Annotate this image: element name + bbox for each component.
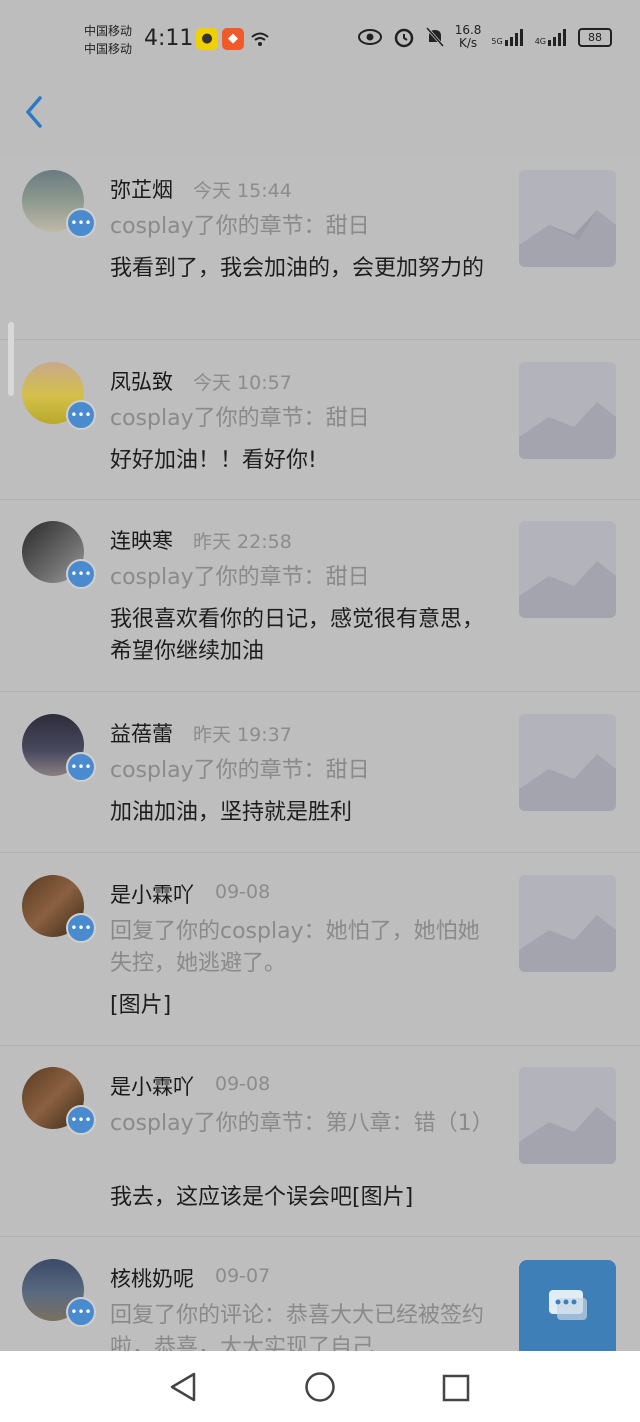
battery-indicator: 88 bbox=[578, 27, 612, 47]
mute-bell-icon bbox=[425, 27, 444, 47]
carrier-labels: 中国移动 中国移动 bbox=[84, 22, 132, 58]
message-time: 09-08 bbox=[215, 1073, 271, 1095]
landscape-placeholder-icon[interactable] bbox=[519, 1067, 616, 1164]
carrier-1: 中国移动 bbox=[84, 24, 133, 38]
carrier-2: 中国移动 bbox=[84, 42, 133, 56]
message-time: 今天 15:44 bbox=[193, 180, 292, 202]
landscape-placeholder-icon[interactable] bbox=[519, 521, 616, 618]
avatar[interactable]: ••• bbox=[22, 714, 96, 782]
list-item[interactable]: ••• 益蓓蕾 昨天 19:37 cosplay了你的章节：甜日 加油加油，坚持… bbox=[0, 691, 640, 853]
sender-name[interactable]: 连映寒 bbox=[110, 525, 173, 555]
chat-bubble-icon: ••• bbox=[66, 559, 96, 589]
top-app-bar bbox=[0, 64, 640, 146]
action-text: cosplay了你的章节：第八章：错（1） bbox=[110, 1111, 494, 1136]
action-text: cosplay了你的章节：甜日 bbox=[110, 565, 370, 590]
signal-2: 4G bbox=[535, 28, 568, 46]
message-time: 09-08 bbox=[215, 881, 271, 903]
chat-bubble-icon: ••• bbox=[66, 913, 96, 943]
list-item[interactable]: ••• 弥芷烟 今天 15:44 cosplay了你的章节：甜日 我看到了，我会… bbox=[0, 156, 640, 340]
signal-1: 5G bbox=[491, 28, 524, 46]
system-nav-bar bbox=[0, 1351, 640, 1422]
square-recent-icon[interactable] bbox=[441, 1373, 471, 1403]
list-item[interactable]: ••• 凤弘致 今天 10:57 cosplay了你的章节：甜日 好好加油！！看… bbox=[0, 339, 640, 500]
message-time: 昨天 19:37 bbox=[193, 724, 292, 746]
network-type-2: 4G bbox=[534, 37, 546, 46]
chat-icon bbox=[549, 1290, 587, 1320]
message-content: 我看到了，我会加油的，会更加努力的 bbox=[110, 256, 485, 281]
triangle-back-icon[interactable] bbox=[168, 1371, 198, 1403]
landscape-placeholder-icon[interactable] bbox=[519, 875, 616, 972]
avatar[interactable]: ••• bbox=[22, 170, 96, 238]
avatar[interactable]: ••• bbox=[22, 521, 96, 589]
message-list[interactable]: ••• 弥芷烟 今天 15:44 cosplay了你的章节：甜日 我看到了，我会… bbox=[0, 156, 640, 1351]
landscape-placeholder-icon[interactable] bbox=[519, 714, 616, 811]
thumb-graphic bbox=[519, 915, 616, 972]
thumb-graphic bbox=[519, 210, 616, 267]
eye-icon bbox=[357, 29, 382, 45]
list-item[interactable]: ••• 是小霖吖 09-08 回复了你的cosplay：她怕了，她怕她失控，她逃… bbox=[0, 852, 640, 1046]
sender-name[interactable]: 弥芷烟 bbox=[110, 174, 173, 204]
list-item[interactable]: ••• 连映寒 昨天 22:58 cosplay了你的章节：甜日 我很喜欢看你的… bbox=[0, 499, 640, 692]
avatar[interactable]: ••• bbox=[22, 1067, 96, 1135]
list-item[interactable]: ••• 是小霖吖 09-08 cosplay了你的章节：第八章：错（1） 我去，… bbox=[0, 1045, 640, 1237]
alarm-icon bbox=[394, 28, 413, 48]
sender-name[interactable]: 核桃奶呢 bbox=[110, 1263, 194, 1293]
chat-bubble-icon: ••• bbox=[66, 400, 96, 430]
thumb-graphic bbox=[519, 754, 616, 811]
app-notification-icon: ● bbox=[196, 28, 218, 50]
signal-bars-icon-2 bbox=[548, 29, 566, 46]
action-text: cosplay了你的章节：甜日 bbox=[110, 406, 370, 431]
scrollbar[interactable] bbox=[8, 322, 14, 396]
thumb-graphic bbox=[519, 1107, 616, 1164]
message-time: 今天 10:57 bbox=[193, 372, 292, 394]
chevron-left-icon bbox=[25, 96, 42, 128]
message-time: 09-07 bbox=[215, 1265, 271, 1287]
network-type-1: 5G bbox=[491, 37, 503, 46]
network-speed: 16.8 K/s bbox=[455, 24, 482, 50]
status-right: 16.8 K/s 5G 4G 88 bbox=[357, 24, 612, 50]
message-content: 我去，这应该是个误会吧[图片] bbox=[110, 1185, 414, 1210]
thumb-graphic bbox=[519, 402, 616, 459]
landscape-placeholder-icon[interactable] bbox=[519, 170, 616, 267]
avatar[interactable]: ••• bbox=[22, 875, 96, 943]
back-button[interactable] bbox=[20, 94, 52, 130]
status-time: 4:11 bbox=[144, 26, 194, 51]
signal-bars-icon bbox=[504, 29, 523, 46]
message-content: 我很喜欢看你的日记，感觉很有意思，希望你继续加油 bbox=[110, 607, 485, 664]
message-content: 好好加油！！看好你! bbox=[110, 448, 317, 473]
landscape-placeholder-icon[interactable] bbox=[519, 362, 616, 459]
message-time: 昨天 22:58 bbox=[193, 531, 292, 553]
avatar[interactable]: ••• bbox=[22, 362, 96, 430]
message-content: 加油加油，坚持就是胜利 bbox=[110, 800, 353, 825]
speed-unit: K/s bbox=[458, 36, 478, 50]
app-notification-icon-2: ◆ bbox=[222, 28, 244, 50]
action-text: cosplay了你的章节：甜日 bbox=[110, 214, 370, 239]
chat-bubble-icon: ••• bbox=[66, 1105, 96, 1135]
circle-home-icon[interactable] bbox=[304, 1371, 336, 1403]
sender-name[interactable]: 益蓓蕾 bbox=[110, 718, 173, 748]
sender-name[interactable]: 凤弘致 bbox=[110, 366, 173, 396]
thumb-graphic bbox=[519, 561, 616, 618]
sender-name[interactable]: 是小霖吖 bbox=[110, 1071, 194, 1101]
action-text: 回复了你的评论：恭喜大大已经被签约啦，恭喜，大大实现了自己 bbox=[110, 1303, 485, 1351]
wifi-icon bbox=[251, 32, 269, 46]
action-text: cosplay了你的章节：甜日 bbox=[110, 758, 370, 783]
action-text: 回复了你的cosplay：她怕了，她怕她失控，她逃避了。 bbox=[110, 919, 480, 976]
chat-bubble-icon: ••• bbox=[66, 208, 96, 238]
sender-name[interactable]: 是小霖吖 bbox=[110, 879, 194, 909]
avatar[interactable]: ••• bbox=[22, 1259, 96, 1327]
chat-bubble-icon: ••• bbox=[66, 1297, 96, 1327]
chat-fab-button[interactable] bbox=[519, 1260, 616, 1360]
message-content: [图片] bbox=[110, 993, 172, 1018]
chat-bubble-icon: ••• bbox=[66, 752, 96, 782]
